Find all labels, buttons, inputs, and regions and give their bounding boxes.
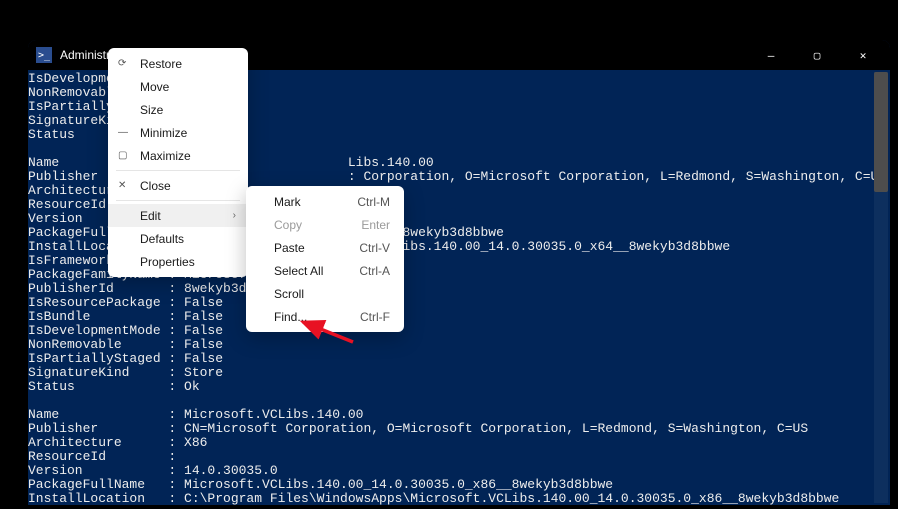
menu-label: Defaults	[140, 232, 236, 246]
menu-divider	[116, 170, 240, 171]
system-menu: ⟳RestoreMoveSize—Minimize▢Maximize✕Close…	[108, 48, 248, 277]
menu-item-defaults[interactable]: Defaults	[108, 227, 248, 250]
submenu-label: Find...	[274, 310, 360, 324]
shortcut-label: Ctrl-M	[357, 195, 390, 209]
close-icon: ✕	[118, 180, 140, 191]
submenu-item-find[interactable]: Find...Ctrl-F	[246, 305, 404, 328]
window-controls: — ▢ ✕	[748, 40, 886, 70]
console-line: Architecture : X86	[28, 436, 890, 450]
scrollbar-thumb[interactable]	[874, 72, 888, 192]
minimize-icon: —	[118, 127, 140, 138]
console-line: Status : Ok	[28, 380, 890, 394]
shortcut-label: Ctrl-F	[360, 310, 390, 324]
menu-label: Edit	[140, 209, 233, 223]
console-line: Publisher : CN=Microsoft Corporation, O=…	[28, 422, 890, 436]
menu-divider	[116, 200, 240, 201]
restore-icon: ⟳	[118, 58, 140, 69]
maximize-button[interactable]: ▢	[794, 40, 840, 70]
app-icon-glyph: >_	[38, 50, 50, 61]
console-line: IsBundle : False	[28, 310, 890, 324]
console-line: IsDevelopmentMode : False	[28, 324, 890, 338]
menu-label: Close	[140, 179, 236, 193]
menu-item-minimize[interactable]: —Minimize	[108, 121, 248, 144]
submenu-label: Mark	[274, 195, 357, 209]
minimize-icon: —	[768, 49, 775, 62]
console-line: Name : Microsoft.VCLibs.140.00	[28, 408, 890, 422]
menu-item-size[interactable]: Size	[108, 98, 248, 121]
console-line: SignatureKind : Store	[28, 366, 890, 380]
menu-label: Properties	[140, 255, 236, 269]
console-line: IsResourcePackage : False	[28, 296, 890, 310]
close-button[interactable]: ✕	[840, 40, 886, 70]
submenu-item-scroll[interactable]: Scroll	[246, 282, 404, 305]
menu-item-edit[interactable]: Edit›	[108, 204, 248, 227]
menu-label: Maximize	[140, 149, 236, 163]
submenu-label: Scroll	[274, 287, 390, 301]
console-line: ResourceId :	[28, 450, 890, 464]
menu-label: Size	[140, 103, 236, 117]
console-line: NonRemovable : False	[28, 338, 890, 352]
menu-label: Restore	[140, 57, 236, 71]
menu-item-maximize[interactable]: ▢Maximize	[108, 144, 248, 167]
console-line: PublisherId : 8wekyb3d8bb	[28, 282, 890, 296]
menu-item-restore[interactable]: ⟳Restore	[108, 52, 248, 75]
shortcut-label: Ctrl-A	[359, 264, 390, 278]
edit-submenu: MarkCtrl-MCopyEnterPasteCtrl-VSelect All…	[246, 186, 404, 332]
maximize-icon: ▢	[814, 49, 821, 62]
menu-label: Move	[140, 80, 236, 94]
menu-label: Minimize	[140, 126, 236, 140]
submenu-arrow-icon: ›	[233, 210, 236, 221]
menu-item-close[interactable]: ✕Close	[108, 174, 248, 197]
console-line	[28, 394, 890, 408]
close-icon: ✕	[860, 49, 867, 62]
submenu-item-paste[interactable]: PasteCtrl-V	[246, 236, 404, 259]
console-line: IsPartiallyStaged : False	[28, 352, 890, 366]
submenu-item-mark[interactable]: MarkCtrl-M	[246, 190, 404, 213]
submenu-label: Copy	[274, 218, 361, 232]
submenu-item-copy: CopyEnter	[246, 213, 404, 236]
minimize-button[interactable]: —	[748, 40, 794, 70]
shortcut-label: Ctrl-V	[359, 241, 390, 255]
submenu-label: Select All	[274, 264, 359, 278]
vertical-scrollbar[interactable]	[874, 72, 888, 503]
submenu-label: Paste	[274, 241, 359, 255]
menu-item-properties[interactable]: Properties	[108, 250, 248, 273]
menu-item-move[interactable]: Move	[108, 75, 248, 98]
console-line: InstallLocation : C:\Program Files\Windo…	[28, 492, 890, 505]
console-line: Version : 14.0.30035.0	[28, 464, 890, 478]
shortcut-label: Enter	[361, 218, 390, 232]
app-icon[interactable]: >_	[36, 47, 52, 63]
submenu-item-select-all[interactable]: Select AllCtrl-A	[246, 259, 404, 282]
console-line: PackageFullName : Microsoft.VCLibs.140.0…	[28, 478, 890, 492]
maximize-icon: ▢	[118, 150, 140, 161]
